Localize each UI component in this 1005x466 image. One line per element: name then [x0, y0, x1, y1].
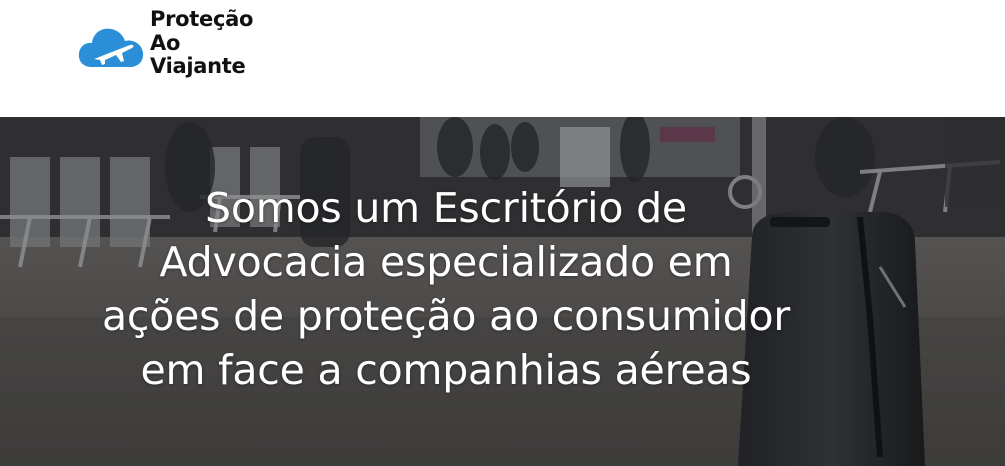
cloud-airplane-icon	[78, 28, 144, 68]
brand-name: Proteção Ao Viajante	[150, 7, 254, 79]
brand-logo[interactable]: Proteção Ao Viajante	[78, 7, 254, 79]
brand-name-line-3: Viajante	[150, 54, 246, 78]
hero-title-line-4: em face a companhias aéreas	[140, 346, 752, 394]
site-header: Proteção Ao Viajante	[0, 0, 1005, 117]
hero-title-line-1: Somos um Escritório de	[205, 184, 687, 232]
hero-banner: Somos um Escritório de Advocacia especia…	[0, 117, 1005, 466]
hero-title: Somos um Escritório de Advocacia especia…	[20, 181, 872, 397]
brand-name-line-2: Ao	[150, 30, 181, 55]
brand-name-line-1: Proteção	[150, 7, 254, 31]
hero-title-line-2: Advocacia especializado em	[159, 238, 733, 286]
hero-title-line-3: ações de proteção ao consumidor	[101, 292, 791, 340]
